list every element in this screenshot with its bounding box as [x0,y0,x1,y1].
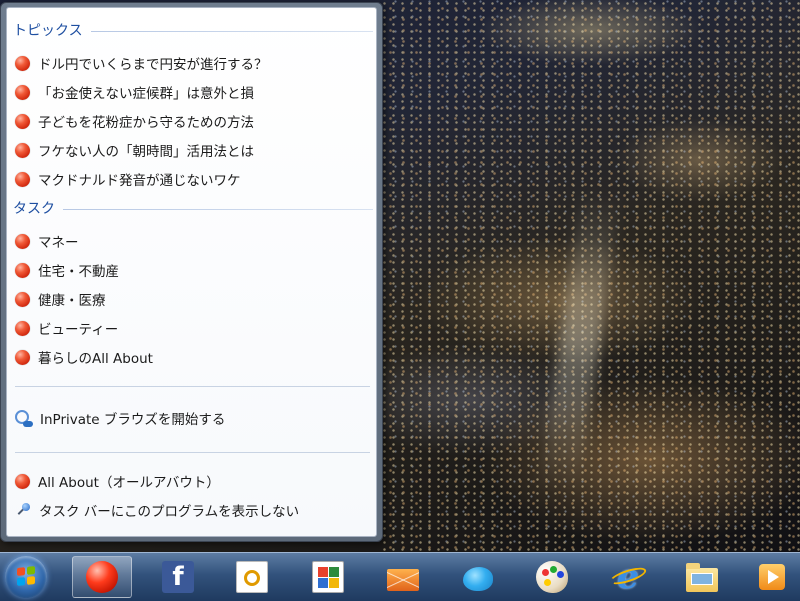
section-rule [90,30,373,32]
twitter-taskbar-button[interactable] [448,556,508,598]
ie-taskbar-button[interactable]: e [598,556,658,598]
inprivate-browse-item[interactable]: InPrivate ブラウズを開始する [15,405,370,431]
jump-list-item-label: 子どもを花粉症から守るための方法 [38,115,254,131]
jump-list-item-task-1[interactable]: マネー [15,228,370,254]
facebook-icon: f [162,561,194,593]
palette-icon [536,561,568,593]
photo-gallery-icon [312,561,344,593]
unpin-from-taskbar-item[interactable]: タスク バーにこのプログラムを表示しない [15,497,370,523]
pin-icon [15,502,31,518]
red-ball-icon [15,320,30,336]
inprivate-label: InPrivate ブラウズを開始する [40,412,226,428]
jump-list-item-topic-4[interactable]: フケない人の「朝時間」活用法とは [15,137,370,163]
jump-list-item-task-5[interactable]: 暮らしのAll About [15,344,370,370]
jump-list-item-topic-3[interactable]: 子どもを花粉症から守るための方法 [15,108,370,134]
internet-explorer-icon: e [612,560,644,594]
paint-taskbar-button[interactable] [522,556,582,598]
taskbar: f e [0,552,800,601]
red-ball-icon [15,262,30,278]
jump-list-menu: トピックス ドル円でいくらまで円安が進行する？ 「お金使えない症候群」は意外と損… [0,2,383,542]
twitter-bird-icon [463,567,493,591]
jump-list-item-label: 健康・医療 [38,293,106,309]
photos-taskbar-button[interactable] [298,556,358,598]
red-ball-icon [15,84,30,100]
unpin-label: タスク バーにこのプログラムを表示しない [39,504,300,520]
jump-list-item-label: ビューティー [38,322,119,338]
jump-list-item-label: マクドナルド発音が通じないワケ [38,173,241,189]
jump-list-item-label: 暮らしのAll About [38,351,153,367]
jump-list-item-topic-1[interactable]: ドル円でいくらまで円安が進行する？ [15,50,370,76]
jump-list-item-label: フケない人の「朝時間」活用法とは [38,144,254,160]
red-ball-icon [15,171,30,187]
explorer-taskbar-button[interactable] [672,556,732,598]
folder-icon [686,563,718,592]
allabout-taskbar-button[interactable] [72,556,132,598]
red-ball-icon [15,113,30,129]
windows-flag-icon [17,566,35,586]
media-taskbar-button[interactable] [742,556,800,598]
mail-icon [387,568,419,591]
jump-list-item-topic-2[interactable]: 「お金使えない症候群」は意外と損 [15,79,370,105]
jump-list-panel: トピックス ドル円でいくらまで円安が進行する？ 「お金使えない症候群」は意外と損… [6,7,377,537]
section-header-topics: トピックス [13,20,373,40]
mail-taskbar-button[interactable] [373,556,433,598]
red-ball-icon [15,291,30,307]
jump-list-item-task-3[interactable]: 健康・医療 [15,286,370,312]
red-ball-icon [15,142,30,158]
menu-separator [15,386,370,387]
section-rule [63,208,373,210]
red-ball-icon [15,233,30,249]
jump-list-item-task-4[interactable]: ビューティー [15,315,370,341]
notes-taskbar-button[interactable] [222,556,282,598]
facebook-taskbar-button[interactable]: f [148,556,208,598]
app-launch-item[interactable]: All About（オールアバウト） [15,468,370,494]
media-player-icon [759,564,785,590]
jump-list-item-task-2[interactable]: 住宅・不動産 [15,257,370,283]
inprivate-icon [15,409,33,427]
notes-icon [236,561,268,593]
jump-list-item-label: マネー [38,235,79,251]
jump-list-item-label: 住宅・不動産 [38,264,119,280]
red-ball-icon [15,55,30,71]
menu-separator [15,452,370,453]
red-ball-icon [86,561,118,593]
red-ball-icon [15,473,30,489]
jump-list-item-label: ドル円でいくらまで円安が進行する？ [38,57,268,73]
section-header-label: タスク [13,201,55,217]
section-header-tasks: タスク [13,198,373,218]
jump-list-item-label: 「お金使えない症候群」は意外と損 [38,86,254,102]
start-button[interactable] [5,556,47,598]
jump-list-item-topic-5[interactable]: マクドナルド発音が通じないワケ [15,166,370,192]
section-header-label: トピックス [13,23,83,39]
app-label: All About（オールアバウト） [38,475,220,491]
red-ball-icon [15,349,30,365]
